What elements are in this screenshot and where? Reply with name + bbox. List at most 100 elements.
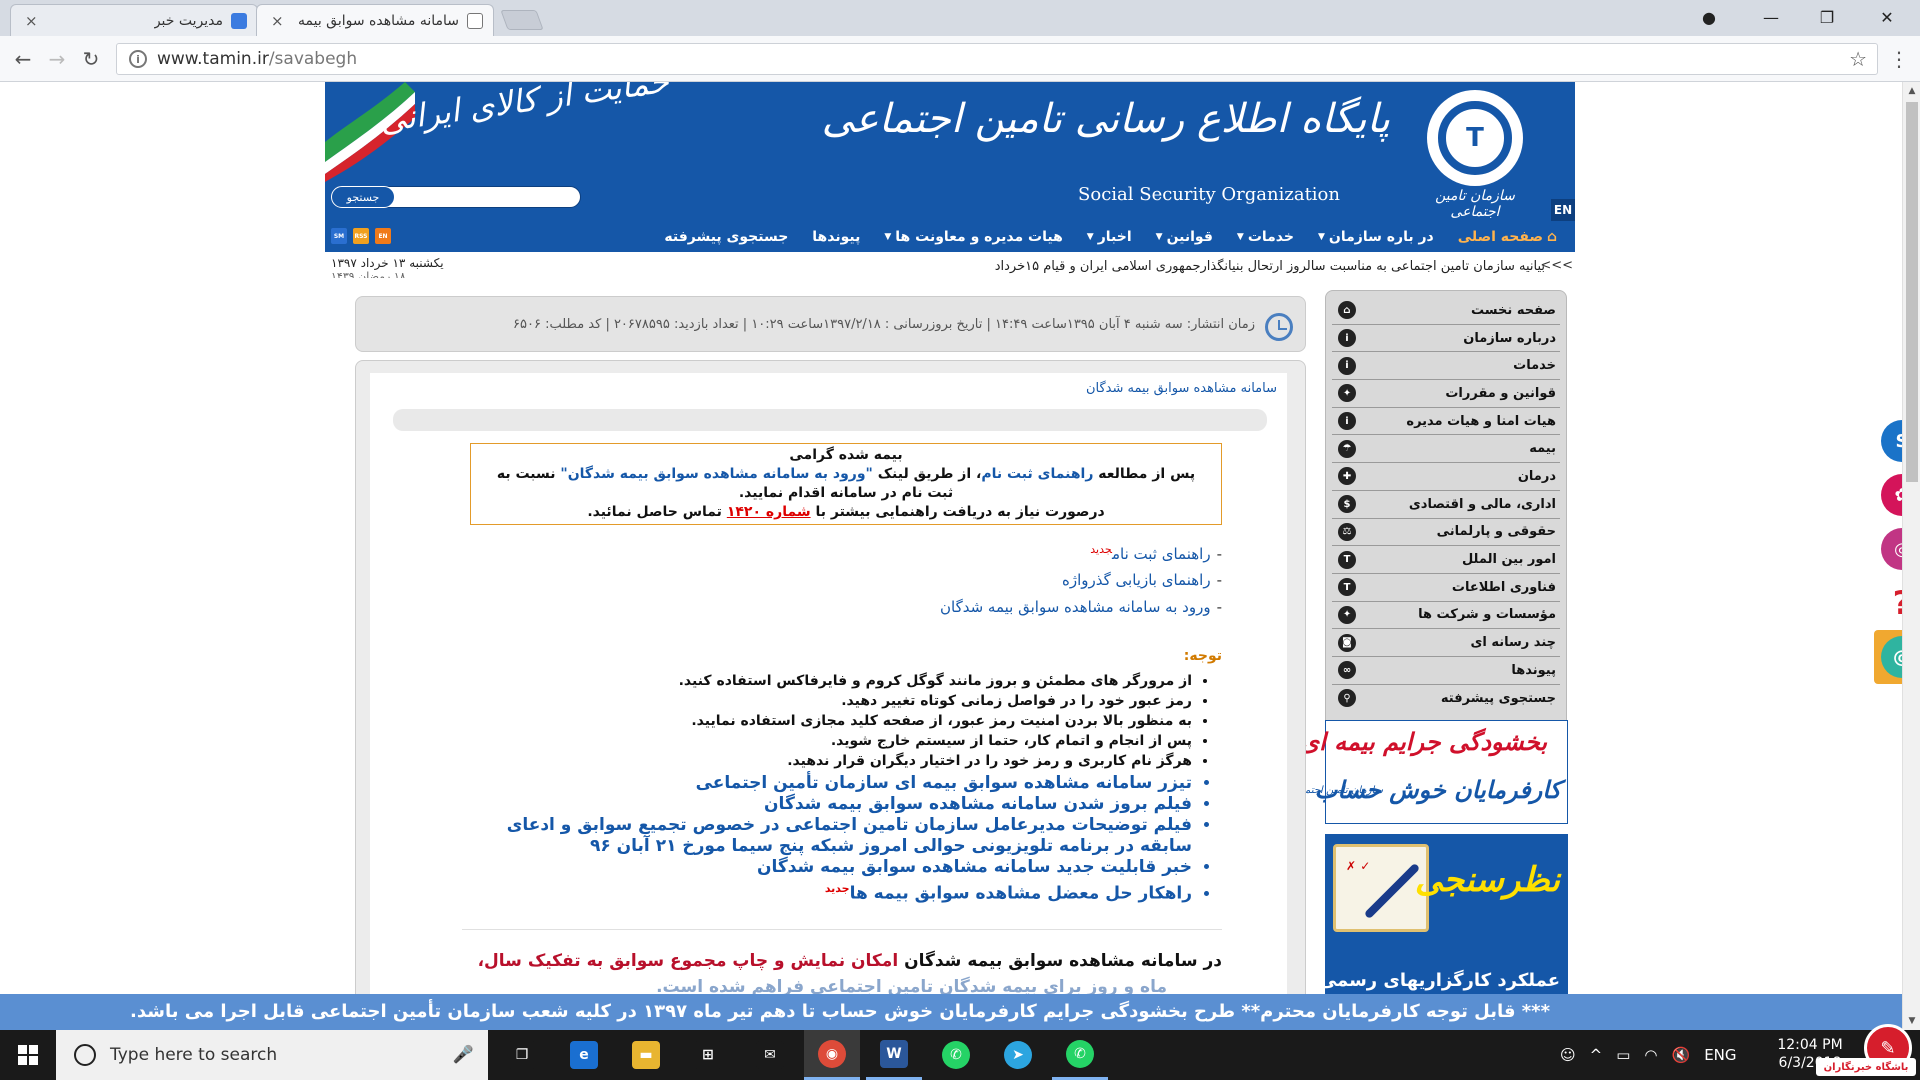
reload-icon[interactable]: ↻: [76, 44, 106, 74]
battery-icon[interactable]: ▭: [1616, 1046, 1630, 1064]
video-link-item[interactable]: تیزر سامانه مشاهده سوابق بیمه ای سازمان …: [462, 773, 1192, 794]
close-window-button[interactable]: ✕: [1860, 0, 1914, 34]
tab-page-icon: [467, 12, 483, 29]
tab-close-icon[interactable]: ×: [267, 12, 288, 30]
sidebar-item-12[interactable]: چند رسانه ای ◙: [1332, 629, 1560, 657]
nav-item-label: اخبار: [1097, 229, 1132, 245]
nav-item-1[interactable]: در باره سازمان ▼: [1306, 229, 1446, 245]
profile-icon[interactable]: ●: [1682, 0, 1736, 34]
header-search-button[interactable]: جستجو: [331, 186, 395, 208]
news-ticker: <<< بیانیه سازمان تامین اجتماعی به مناسب…: [325, 252, 1575, 280]
nav-item-5[interactable]: هیات مدیره و معاونت ها ▼: [872, 229, 1074, 245]
nav-item-4[interactable]: اخبار ▼: [1075, 229, 1144, 245]
sidebar-item-14[interactable]: جستجوی پیشرفته ⚲: [1332, 685, 1560, 713]
tab-insurance-records[interactable]: سامانه مشاهده سوابق بیمه ×: [256, 4, 494, 36]
site-info-icon[interactable]: i: [129, 50, 147, 68]
sidebar-item-11[interactable]: مؤسسات و شرکت ها ✦: [1332, 602, 1560, 630]
sidebar-item-0[interactable]: صفحه نخست ⌂: [1332, 297, 1560, 325]
sidebar-item-7[interactable]: اداری، مالی و اقتصادی $: [1332, 491, 1560, 519]
password-recovery-guide-link[interactable]: -راهنمای بازیابی گذرواژه: [1062, 571, 1222, 589]
video-link-item[interactable]: فیلم توضیحات مدیرعامل سازمان تامین اجتما…: [462, 815, 1192, 857]
site-header-banner: حمایت از کالای ایرانی جستجو پایگاه اطلاع…: [325, 82, 1575, 222]
tab-title: سامانه مشاهده سوابق بیمه: [298, 12, 459, 29]
tab-news-management[interactable]: مدیریت خبر ×: [10, 4, 258, 36]
taskbar-search-input[interactable]: Type here to search 🎤: [56, 1030, 488, 1080]
sidebar-item-8[interactable]: حقوقی و پارلمانی ⚖: [1332, 519, 1560, 547]
registration-notice-box: بیمه شده گرامی پس از مطالعه راهنمای ثبت …: [470, 443, 1222, 525]
notice-phone-link[interactable]: شماره ۱۴۲۰: [727, 504, 811, 520]
english-icon[interactable]: EN: [375, 228, 391, 244]
back-arrow-icon[interactable]: ←: [8, 44, 38, 74]
word-taskbar-button[interactable]: W: [866, 1030, 922, 1080]
url-input[interactable]: i www.tamin.ir/savabegh ☆: [116, 43, 1878, 75]
email-button[interactable]: @: [1874, 630, 1902, 684]
login-records-system-link[interactable]: -ورود به سامانه مشاهده سوابق بیمه شدگان: [940, 598, 1222, 616]
file-explorer-taskbar-button[interactable]: ▬: [618, 1030, 674, 1080]
instagram-icon: ◎: [1881, 528, 1902, 570]
sidebar-item-6[interactable]: درمان ✚: [1332, 463, 1560, 491]
microphone-icon[interactable]: 🎤: [453, 1045, 474, 1065]
task-view-taskbar-button[interactable]: ❐: [494, 1030, 550, 1080]
sidebar-item-10[interactable]: فناوری اطلاعات T: [1332, 574, 1560, 602]
menu-kebab-icon[interactable]: ⋮: [1884, 44, 1914, 74]
page-scrollbar[interactable]: ▲ ▼: [1902, 82, 1920, 1030]
video-link-item[interactable]: راهکار حل معضل مشاهده سوابق بیمه هاجدید: [462, 878, 1192, 905]
registration-guide-link[interactable]: -راهنمای ثبت نامجدید: [1090, 543, 1222, 563]
records-feature-text: در سامانه مشاهده سوابق بیمه شدگان امکان …: [477, 951, 1222, 971]
nav-item-0[interactable]: ⌂ صفحه اصلی: [1446, 229, 1569, 245]
chrome-taskbar-button[interactable]: ◉: [804, 1030, 860, 1080]
ticker-news-link[interactable]: بیانیه سازمان تامین اجتماعی به مناسبت سا…: [995, 259, 1545, 274]
sidebar-item-label: بیمه: [1529, 441, 1556, 457]
sidebar-item-13[interactable]: پیوندها ∞: [1332, 657, 1560, 685]
whatsapp-taskbar-button[interactable]: ✆: [928, 1030, 984, 1080]
nav-item-3[interactable]: قوانین ▼: [1144, 229, 1225, 245]
minimize-button[interactable]: —: [1744, 0, 1798, 34]
volume-muted-icon[interactable]: 🔇: [1672, 1046, 1691, 1064]
ticker-arrows-icon[interactable]: <<<: [1540, 258, 1573, 273]
mail-taskbar-button[interactable]: ✉: [742, 1030, 798, 1080]
mail-icon: ✉: [756, 1041, 784, 1069]
notice-registration-guide-link[interactable]: راهنمای ثبت نام: [981, 466, 1093, 482]
scroll-up-icon[interactable]: ▲: [1903, 82, 1920, 100]
tab-close-icon[interactable]: ×: [21, 12, 42, 30]
nav-item-2[interactable]: خدمات ▼: [1225, 229, 1306, 245]
video-link-item[interactable]: خبر قابلیت جدید سامانه مشاهده سوابق بیمه…: [462, 857, 1192, 878]
sidebar-item-1[interactable]: درباره سازمان i: [1332, 325, 1560, 353]
maximize-button[interactable]: ❐: [1800, 0, 1854, 34]
scrollbar-thumb[interactable]: [1906, 102, 1918, 482]
article-content-panel: سامانه مشاهده سوابق بیمه شدگان بیمه شده …: [355, 360, 1306, 1030]
forward-arrow-icon[interactable]: →: [42, 44, 72, 74]
instagram-button[interactable]: ◎: [1874, 522, 1902, 576]
rss-icon[interactable]: RSS: [353, 228, 369, 244]
sso-logo-icon[interactable]: T: [1427, 90, 1523, 186]
sidebar-item-label: صفحه نخست: [1471, 302, 1556, 318]
edge-taskbar-button[interactable]: e: [556, 1030, 612, 1080]
nav-item-6[interactable]: پیوندها: [800, 229, 872, 245]
sidebar-item-5[interactable]: بیمه ☂: [1332, 435, 1560, 464]
help-button[interactable]: ?: [1874, 576, 1902, 630]
show-hidden-icons-icon[interactable]: ^: [1590, 1046, 1603, 1064]
notice-login-link[interactable]: "ورود به سامانه مشاهده سوابق بیمه شدگان": [560, 466, 872, 482]
breadcrumb[interactable]: سامانه مشاهده سوابق بیمه شدگان: [1086, 381, 1277, 396]
announcement-text[interactable]: *** قابل توجه کارفرمایان محترم** طرح بخش…: [130, 1001, 1550, 1022]
sidebar-item-4[interactable]: هیات امنا و هیات مدیره i: [1332, 408, 1560, 436]
bookmark-star-icon[interactable]: ☆: [1849, 47, 1867, 71]
sidebar-item-9[interactable]: امور بین الملل T: [1332, 546, 1560, 574]
nav-item-7[interactable]: جستجوی پیشرفته: [652, 229, 800, 245]
english-version-button[interactable]: EN: [1551, 199, 1575, 221]
video-link-item[interactable]: فیلم بروز شدن سامانه مشاهده سوابق بیمه ش…: [462, 794, 1192, 815]
wifi-icon[interactable]: ◠: [1644, 1046, 1657, 1064]
sidebar-item-3[interactable]: قوانین و مقررات ✦: [1332, 380, 1560, 408]
store-taskbar-button[interactable]: ⊞: [680, 1030, 736, 1080]
sitemap-icon[interactable]: SM: [331, 228, 347, 244]
whatsapp-taskbar-button-2[interactable]: ✆: [1052, 1030, 1108, 1080]
aparat-button[interactable]: ✿: [1874, 468, 1902, 522]
input-language[interactable]: ENG: [1704, 1046, 1736, 1064]
new-tab-button[interactable]: [500, 10, 544, 30]
promo-penalty-waiver-banner[interactable]: بخشودگی جرایم بیمه ای کارفرمایان خوش حسا…: [1288, 720, 1568, 824]
start-button[interactable]: [0, 1030, 56, 1080]
sidebar-item-2[interactable]: خدمات i: [1332, 352, 1560, 381]
soroush-button[interactable]: S: [1874, 414, 1902, 468]
people-icon[interactable]: ☺: [1560, 1046, 1576, 1064]
telegram-taskbar-button[interactable]: ➤: [990, 1030, 1046, 1080]
